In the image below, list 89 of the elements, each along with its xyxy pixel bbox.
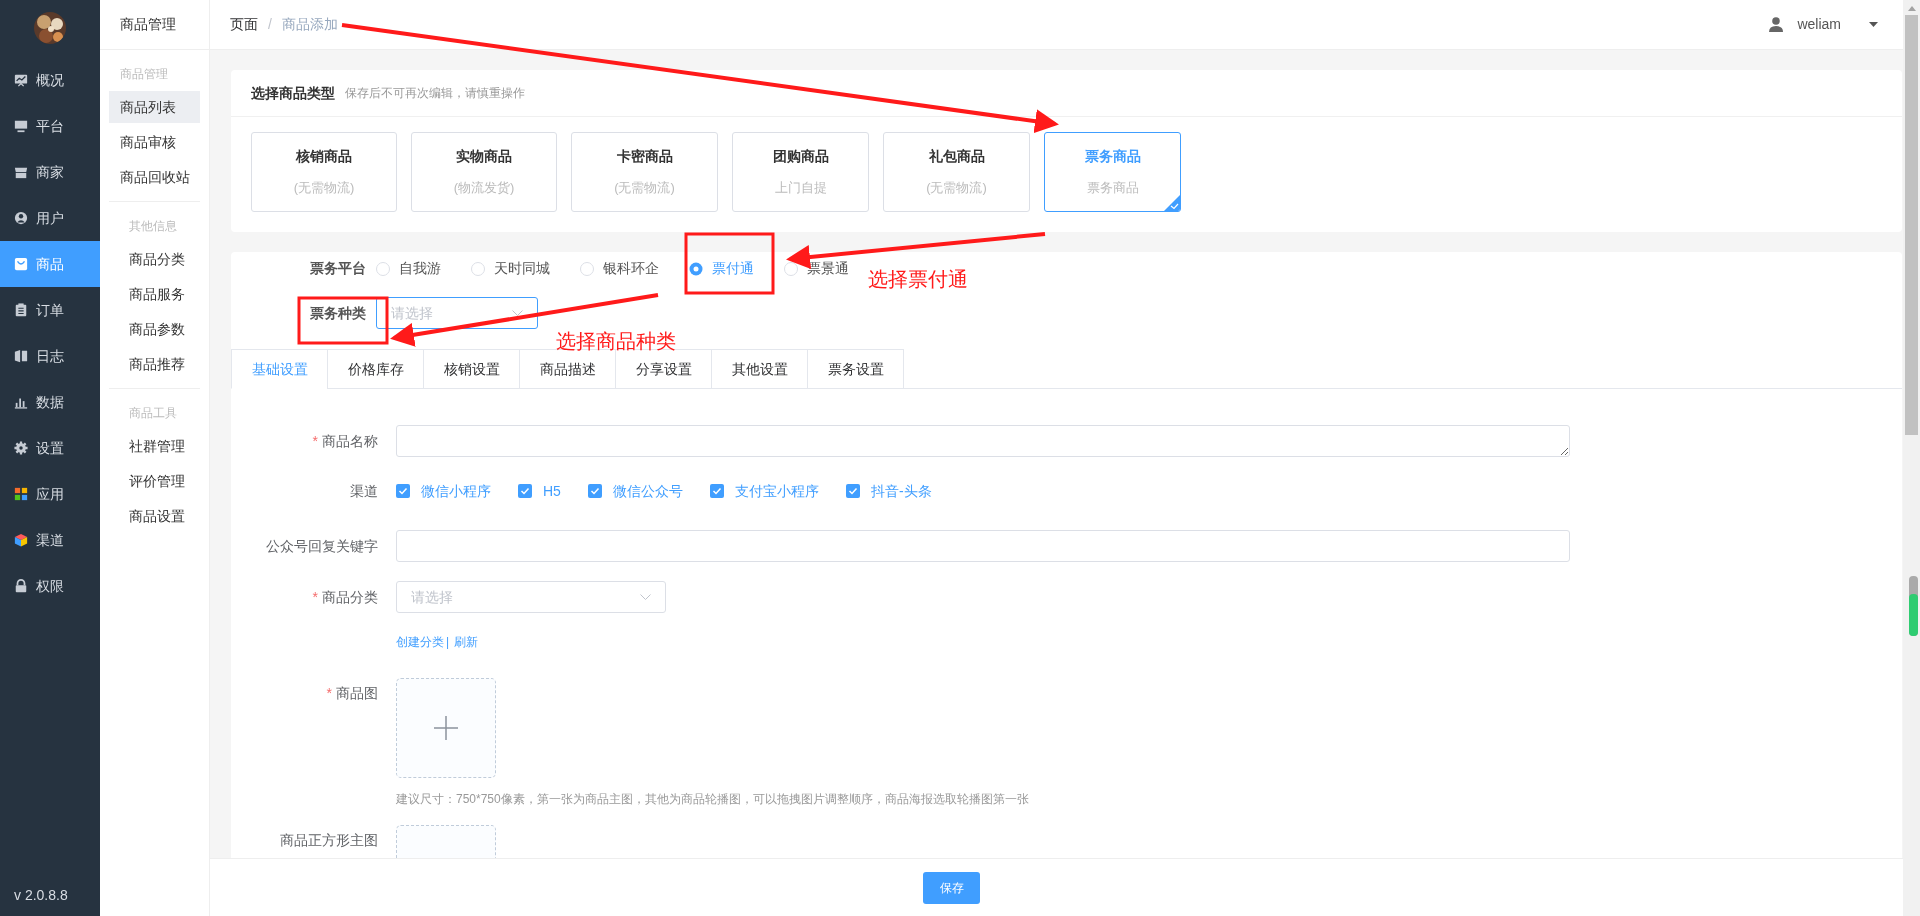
subnav-item[interactable]: 评价管理 bbox=[118, 465, 191, 497]
required-mark: * bbox=[312, 587, 318, 607]
settings-icon bbox=[14, 441, 28, 455]
sidebar-item[interactable]: 订单 bbox=[0, 287, 100, 333]
book-icon bbox=[14, 349, 28, 363]
subnav-item[interactable]: 商品列表 bbox=[109, 91, 200, 123]
breadcrumb-item[interactable]: 页面 bbox=[230, 14, 258, 35]
checkbox-checked-icon bbox=[587, 484, 602, 498]
user-name[interactable]: weliam bbox=[1797, 14, 1841, 35]
checkbox-checked-icon bbox=[396, 484, 410, 498]
cube-icon bbox=[14, 533, 28, 547]
tab[interactable]: 票务设置 bbox=[807, 349, 904, 389]
checkbox-checked-icon bbox=[518, 484, 532, 498]
product-type-option[interactable]: 礼包商品 (无需物流) bbox=[883, 132, 1030, 212]
subnav-item[interactable]: 商品分类 bbox=[118, 243, 191, 275]
clipboard-icon bbox=[14, 303, 28, 317]
checkbox-checked-icon bbox=[845, 484, 860, 498]
sidebar-item[interactable]: 设置 bbox=[0, 425, 100, 471]
sidebar-item[interactable]: 数据 bbox=[0, 379, 100, 425]
check-corner-icon bbox=[1164, 195, 1180, 211]
product-type-option[interactable]: 卡密商品 (无需物流) bbox=[571, 132, 718, 212]
subnav-heading: 其他信息 bbox=[128, 218, 178, 235]
sidebar-item[interactable]: 商家 bbox=[0, 149, 100, 195]
subnav-item[interactable]: 商品参数 bbox=[118, 313, 191, 345]
sidebar-item[interactable]: 平台 bbox=[0, 103, 100, 149]
subnav-item[interactable]: 社群管理 bbox=[118, 430, 191, 462]
field-label: 票务种类 bbox=[309, 303, 367, 323]
radio-icon bbox=[471, 261, 485, 276]
radio-option[interactable]: 天时同城 bbox=[471, 258, 550, 279]
field-label: 公众号回复关键字 bbox=[266, 536, 378, 556]
subnav-item[interactable]: 商品推荐 bbox=[118, 348, 191, 380]
text-area-field[interactable] bbox=[396, 425, 1570, 457]
version-label: v 2.0.8.8 bbox=[13, 886, 68, 905]
sidebar-item[interactable]: 权限 bbox=[0, 563, 100, 609]
field-label: 渠道 bbox=[350, 481, 378, 501]
required-mark: * bbox=[326, 684, 332, 703]
store-icon bbox=[14, 165, 28, 179]
radio-option[interactable]: 自我游 bbox=[376, 258, 441, 279]
input-field[interactable] bbox=[396, 530, 1570, 562]
sidebar-item[interactable]: 概况 bbox=[0, 57, 100, 103]
required-mark: * bbox=[312, 431, 318, 451]
sidebar-item[interactable]: 用户 bbox=[0, 195, 100, 241]
scroll-widget-icon bbox=[1909, 576, 1918, 636]
subnav-item[interactable]: 商品服务 bbox=[118, 278, 191, 310]
subnav-item[interactable]: 商品设置 bbox=[118, 500, 191, 532]
user-icon bbox=[1769, 16, 1784, 33]
field-label: 商品分类 bbox=[322, 587, 378, 607]
field-label: 票务平台 bbox=[309, 259, 367, 278]
radio-icon bbox=[784, 261, 798, 276]
annotation-text: 选择票付通 bbox=[868, 267, 968, 292]
sidebar-item[interactable]: 应用 bbox=[0, 471, 100, 517]
field-label: 商品图 bbox=[336, 684, 378, 703]
plus-icon bbox=[434, 716, 458, 740]
radio-icon bbox=[376, 261, 390, 276]
breadcrumb-separator: / bbox=[268, 15, 272, 34]
caret-icon[interactable] bbox=[1869, 22, 1878, 27]
chevron-down-icon bbox=[640, 594, 651, 600]
scrollbar-thumb[interactable] bbox=[1905, 15, 1918, 435]
scroll-up-icon[interactable] bbox=[1907, 6, 1916, 11]
subnav-item[interactable]: 商品审核 bbox=[109, 126, 200, 158]
field-label: 商品正方形主图 bbox=[280, 831, 378, 850]
help-text: 建议尺寸：750*750像素，第一张为商品主图，其他为商品轮播图，可以拖拽图片调整顺序，商品海报选取轮播图第一张 bbox=[395, 791, 1030, 808]
field-label: 商品名称 bbox=[322, 431, 378, 451]
radio-option[interactable]: 银科环企 bbox=[580, 258, 659, 279]
product-type-option[interactable]: 核销商品 (无需物流) bbox=[251, 132, 397, 212]
subnav-item[interactable]: 商品回收站 bbox=[109, 161, 200, 193]
product-type-option[interactable]: 实物商品 (物流发货) bbox=[411, 132, 557, 212]
lock-icon bbox=[14, 579, 28, 593]
subnav-heading: 商品管理 bbox=[119, 66, 169, 83]
section-hint: 保存后不可再次编辑，请慎重操作 bbox=[345, 85, 525, 102]
checkbox-checked-icon bbox=[709, 484, 724, 498]
user-icon bbox=[14, 211, 28, 225]
app-grid-icon bbox=[14, 487, 28, 501]
subnav-title: 商品管理 bbox=[100, 0, 209, 50]
section-title: 选择商品类型 bbox=[251, 83, 335, 103]
product-type-option[interactable]: 团购商品 上门自提 bbox=[732, 132, 869, 212]
upload-box[interactable] bbox=[396, 678, 496, 778]
chevron-down-icon bbox=[512, 310, 523, 316]
tab[interactable]: 价格库存 bbox=[327, 349, 424, 389]
radio-icon bbox=[580, 261, 594, 276]
sidebar-item[interactable]: 日志 bbox=[0, 333, 100, 379]
scrollbar[interactable] bbox=[1903, 0, 1920, 916]
monitor-icon bbox=[14, 119, 28, 133]
bag-icon bbox=[14, 257, 28, 271]
link-separator: | bbox=[446, 634, 450, 651]
radio-checked-icon bbox=[689, 261, 703, 276]
subnav-heading: 商品工具 bbox=[128, 405, 178, 422]
sidebar-item[interactable]: 渠道 bbox=[0, 517, 100, 563]
chart-board-icon bbox=[14, 73, 28, 87]
